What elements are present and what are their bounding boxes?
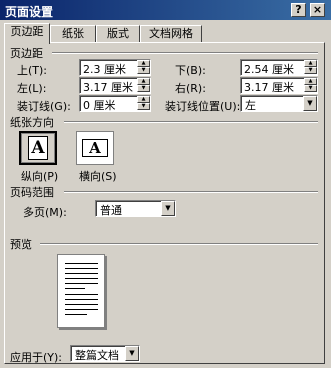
margins-divider	[52, 52, 318, 54]
pages-section-label: 页码范围	[10, 186, 54, 199]
gutter-label: 装订线(G):	[17, 100, 71, 113]
bottom-margin-spinner[interactable]: 2.54 厘米 ▲ ▼	[240, 59, 318, 76]
right-margin-spinner[interactable]: 3.17 厘米 ▲ ▼	[240, 77, 318, 94]
preview-text-line	[65, 263, 98, 264]
dropdown-arrow-icon[interactable]: ▼	[303, 96, 317, 111]
preview-divider	[40, 243, 318, 245]
tab-paper[interactable]: 纸张	[50, 25, 96, 42]
pages-divider	[64, 191, 318, 193]
preview-text-line	[65, 288, 85, 289]
spin-down-icon[interactable]: ▼	[137, 85, 150, 92]
spin-up-icon[interactable]: ▲	[137, 60, 150, 67]
apply-to-value: 整篇文档	[75, 349, 119, 362]
bottom-margin-label: 下(B):	[175, 64, 206, 77]
left-margin-label: 左(L):	[17, 82, 47, 95]
preview-section-label: 预览	[10, 238, 32, 251]
portrait-label[interactable]: 纵向(P)	[21, 168, 58, 184]
gutter-spinner[interactable]: 0 厘米 ▲ ▼	[79, 95, 151, 112]
orientation-divider	[64, 121, 318, 123]
portrait-button[interactable]: A	[19, 131, 57, 165]
apply-to-label: 应用于(Y):	[10, 351, 63, 364]
landscape-page-icon: A	[82, 139, 108, 157]
gutter-position-select[interactable]: 左 ▼	[240, 95, 318, 112]
margins-section-label: 页边距	[10, 47, 43, 60]
tab-document-grid[interactable]: 文档网格	[140, 25, 202, 42]
spin-down-icon[interactable]: ▼	[304, 67, 317, 74]
multiple-pages-value: 普通	[100, 204, 122, 217]
gutter-value[interactable]: 0 厘米	[83, 97, 116, 113]
multiple-pages-label: 多页(M):	[23, 206, 67, 219]
landscape-button[interactable]: A	[76, 131, 114, 165]
close-button[interactable]: ×	[310, 3, 325, 17]
right-margin-value[interactable]: 3.17 厘米	[244, 79, 294, 95]
bottom-margin-value[interactable]: 2.54 厘米	[244, 61, 294, 77]
gutter-position-label: 装订线位置(U):	[165, 100, 241, 113]
multiple-pages-select[interactable]: 普通 ▼	[95, 200, 176, 217]
left-margin-spinner[interactable]: 3.17 厘米 ▲ ▼	[79, 77, 151, 94]
preview-text-line	[65, 268, 98, 269]
preview-text-line	[65, 299, 98, 300]
gutter-position-value: 左	[245, 99, 256, 112]
help-button[interactable]: ?	[291, 3, 306, 17]
preview-text-line	[65, 283, 98, 284]
preview-page	[57, 254, 105, 328]
spin-down-icon[interactable]: ▼	[304, 85, 317, 92]
spin-up-icon[interactable]: ▲	[137, 78, 150, 85]
apply-to-select[interactable]: 整篇文档 ▼	[70, 345, 140, 362]
tab-layout[interactable]: 版式	[96, 25, 140, 42]
preview-text-line	[65, 278, 98, 279]
spin-down-icon[interactable]: ▼	[137, 67, 150, 74]
spin-up-icon[interactable]: ▲	[304, 78, 317, 85]
portrait-page-icon: A	[28, 136, 48, 160]
title-bar: 页面设置 ? ×	[0, 0, 331, 20]
right-margin-label: 右(R):	[175, 82, 206, 95]
preview-text-line	[65, 273, 98, 274]
dropdown-arrow-icon[interactable]: ▼	[125, 346, 139, 361]
orientation-section-label: 纸张方向	[10, 116, 54, 129]
left-margin-value[interactable]: 3.17 厘米	[83, 79, 133, 95]
tab-margins[interactable]: 页边距	[4, 23, 50, 44]
preview-text-line	[65, 304, 98, 305]
spin-up-icon[interactable]: ▲	[304, 60, 317, 67]
preview-text-line	[65, 294, 98, 295]
spin-up-icon[interactable]: ▲	[137, 96, 150, 103]
top-margin-label: 上(T):	[17, 64, 48, 77]
dropdown-arrow-icon[interactable]: ▼	[161, 201, 175, 216]
landscape-label[interactable]: 横向(S)	[79, 168, 117, 184]
window-title: 页面设置	[5, 5, 54, 19]
preview-text-line	[65, 309, 98, 310]
top-margin-value[interactable]: 2.3 厘米	[83, 61, 126, 77]
preview-text-line	[65, 314, 87, 315]
top-margin-spinner[interactable]: 2.3 厘米 ▲ ▼	[79, 59, 151, 76]
spin-down-icon[interactable]: ▼	[137, 103, 150, 110]
